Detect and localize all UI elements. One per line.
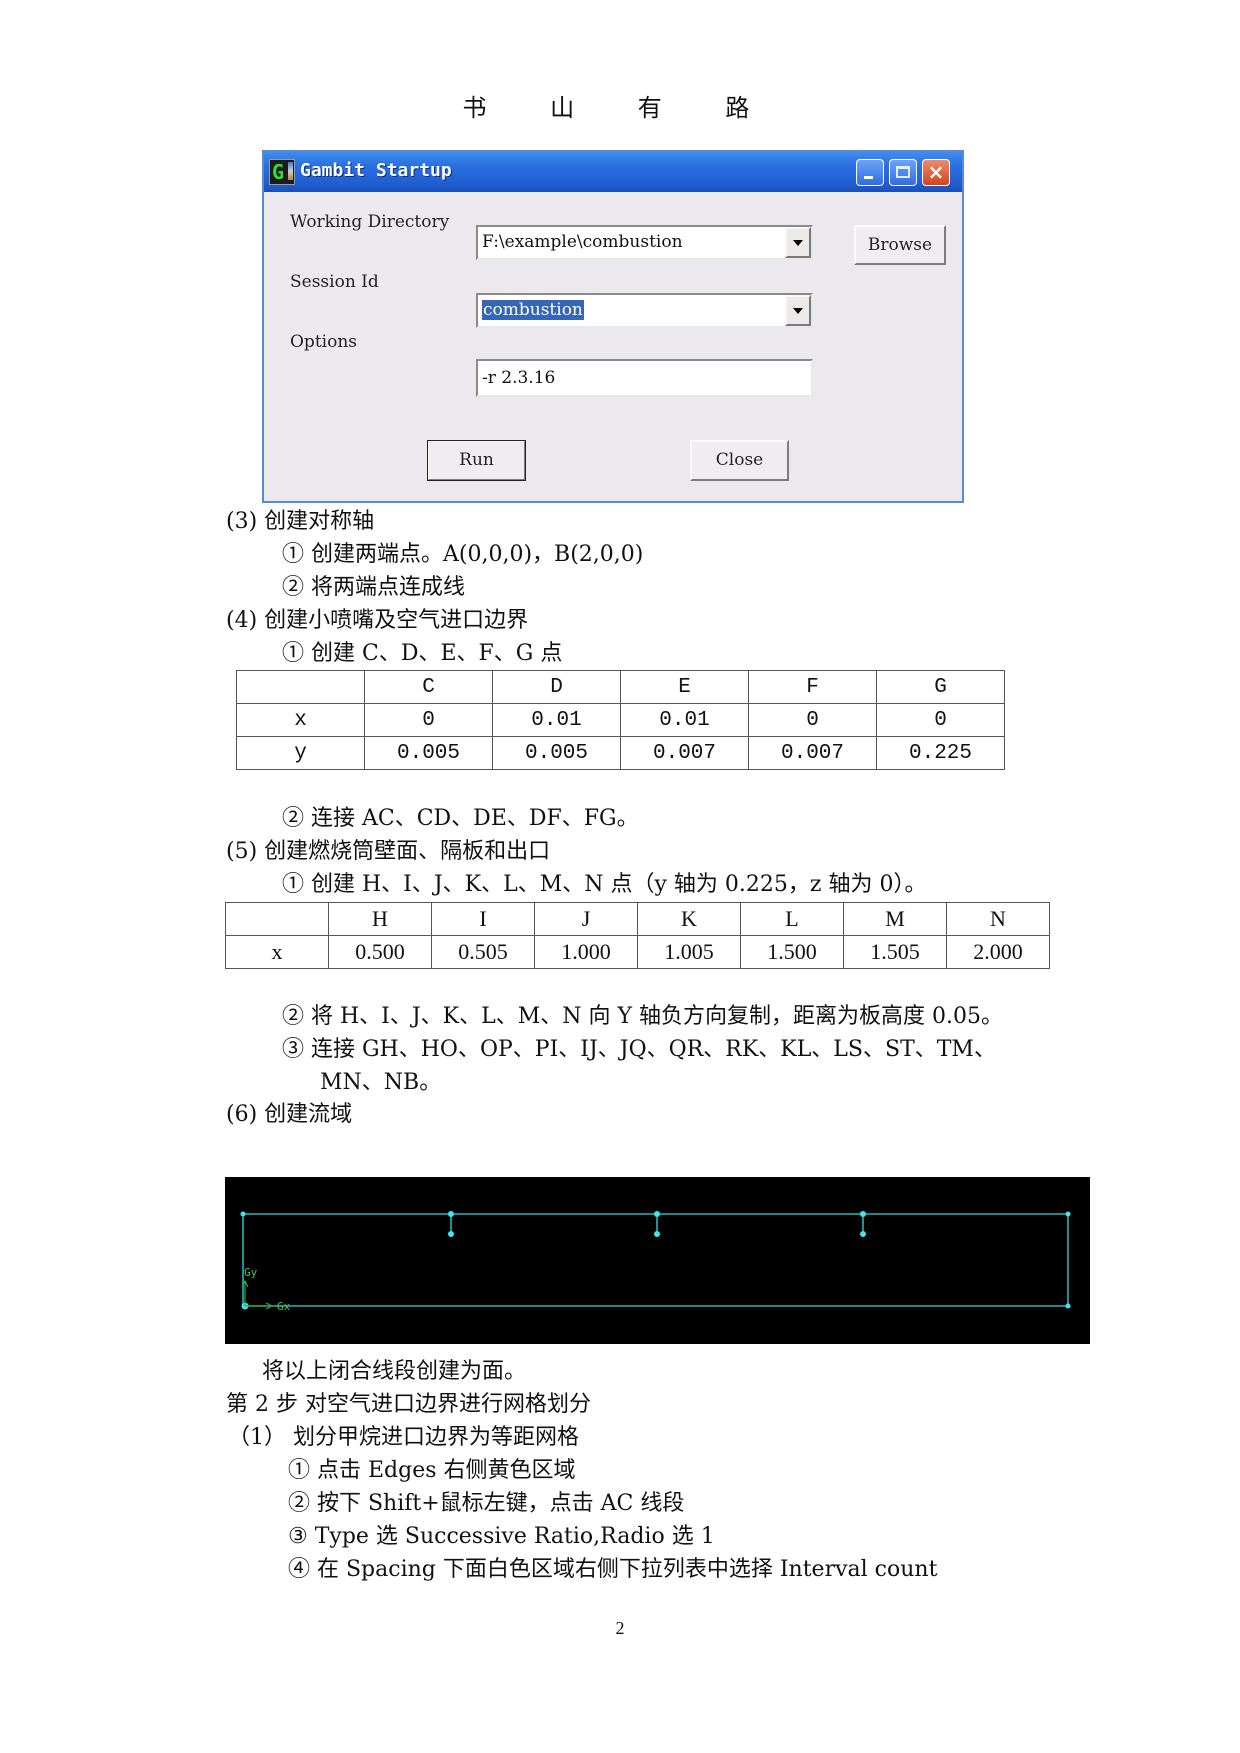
geometry-viewport: Gy Gx <box>225 1177 1090 1344</box>
table-cell <box>236 670 365 704</box>
table-cell: C <box>364 670 493 704</box>
table-row: x 0.500 0.505 1.000 1.005 1.500 1.505 2.… <box>225 935 1050 969</box>
table-cell: I <box>431 902 535 936</box>
table-cell: x <box>225 935 329 969</box>
options-input[interactable]: -r 2.3.16 <box>476 359 813 397</box>
section-5-item-2: ② 将 H、I、J、K、L、M、N 向 Y 轴负方向复制，距离为板高度 0.05… <box>282 1004 1003 1029</box>
table-cell: E <box>620 670 749 704</box>
working-directory-label: Working Directory <box>290 212 450 232</box>
point-marker <box>654 1211 660 1217</box>
options-value: -r 2.3.16 <box>482 368 556 388</box>
points-hijklmn-table: H I J K L M N x 0.500 0.505 1.000 1.005 … <box>225 902 1050 969</box>
table-cell: 0 <box>748 703 877 737</box>
point-marker <box>1065 1211 1071 1217</box>
close-window-button[interactable]: × <box>922 159 950 186</box>
table-cell: G <box>876 670 1005 704</box>
table-cell: 0.01 <box>492 703 621 737</box>
table-cell: 0.01 <box>620 703 749 737</box>
minimize-button[interactable] <box>856 159 884 186</box>
table-cell: 1.500 <box>740 935 844 969</box>
section-5-item-3-cont: MN、NB。 <box>320 1070 442 1095</box>
section-5-item-1: ① 创建 H、I、J、K、L、M、N 点（y 轴为 0.225，z 轴为 0）。 <box>282 872 927 897</box>
browse-button[interactable]: Browse <box>854 225 946 265</box>
options-label: Options <box>290 332 357 352</box>
step-2-sub-1: （1） 划分甲烷进口边界为等距网格 <box>228 1425 579 1450</box>
gambit-startup-dialog: G Gambit Startup × Working Directory F:\… <box>262 150 964 503</box>
point-marker <box>1065 1303 1071 1309</box>
points-cdefg-table: C D E F G x 0 0.01 0.01 0 0 y 0.005 0.00… <box>236 670 1005 770</box>
section-3-title: (3) 创建对称轴 <box>226 509 375 534</box>
point-marker <box>860 1211 866 1217</box>
table-cell: F <box>748 670 877 704</box>
table-header-row: C D E F G <box>236 670 1005 704</box>
table-cell: N <box>946 902 1050 936</box>
table-cell: K <box>637 902 741 936</box>
table-cell: 0.007 <box>748 736 877 770</box>
page-header: 书 山 有 路 <box>462 94 778 122</box>
table-cell: 0.005 <box>364 736 493 770</box>
section-4-title: (4) 创建小喷嘴及空气进口边界 <box>226 608 529 633</box>
table-cell: 0.500 <box>328 935 432 969</box>
step-2-item-2: ② 按下 Shift+鼠标左键，点击 AC 线段 <box>288 1491 685 1516</box>
table-cell: 0 <box>876 703 1005 737</box>
table-cell: 0.505 <box>431 935 535 969</box>
table-header-row: H I J K L M N <box>225 902 1050 936</box>
table-cell <box>225 902 329 936</box>
section-5-title: (5) 创建燃烧筒壁面、隔板和出口 <box>226 839 551 864</box>
table-cell: 1.000 <box>534 935 638 969</box>
table-cell: 0.005 <box>492 736 621 770</box>
section-4-item-1: ① 创建 C、D、E、F、G 点 <box>282 641 563 666</box>
working-directory-value: F:\example\combustion <box>482 232 683 252</box>
run-button[interactable]: Run <box>427 440 526 481</box>
close-button[interactable]: Close <box>690 440 789 481</box>
table-cell: 1.005 <box>637 935 741 969</box>
table-cell: H <box>328 902 432 936</box>
section-4-item-2: ② 连接 AC、CD、DE、DF、FG。 <box>282 806 639 831</box>
maximize-button[interactable] <box>889 159 917 186</box>
session-id-value: combustion <box>482 300 584 320</box>
table-cell: 0.225 <box>876 736 1005 770</box>
axis-x-label: Gx <box>277 1300 291 1313</box>
point-marker <box>448 1211 454 1217</box>
geometry-drawing: Gy Gx <box>240 1211 1071 1313</box>
table-cell: 0 <box>364 703 493 737</box>
point-marker <box>860 1231 866 1237</box>
dialog-titlebar[interactable]: G Gambit Startup × <box>264 152 962 192</box>
working-directory-combo[interactable]: F:\example\combustion <box>476 225 813 260</box>
dialog-title: Gambit Startup <box>300 160 452 181</box>
table-row: y 0.005 0.005 0.007 0.007 0.225 <box>236 736 1005 770</box>
point-marker <box>240 1211 246 1217</box>
chevron-down-icon[interactable] <box>785 227 811 258</box>
table-cell: 2.000 <box>946 935 1050 969</box>
section-3-item-2: ② 将两端点连成线 <box>282 575 465 600</box>
session-id-label: Session Id <box>290 272 379 292</box>
table-row: x 0 0.01 0.01 0 0 <box>236 703 1005 737</box>
step-2-item-3: ③ Type 选 Successive Ratio,Radio 选 1 <box>288 1524 715 1549</box>
step-2-item-4: ④ 在 Spacing 下面白色区域右侧下拉列表中选择 Interval cou… <box>288 1557 938 1582</box>
close-icon: × <box>927 160 945 184</box>
page-number: 2 <box>615 1618 625 1638</box>
step-2-item-1: ① 点击 Edges 右侧黄色区域 <box>288 1458 576 1483</box>
table-cell: M <box>843 902 947 936</box>
point-marker <box>448 1231 454 1237</box>
session-id-combo[interactable]: combustion <box>476 293 813 328</box>
step-2-title: 第 2 步 对空气进口边界进行网格划分 <box>226 1392 591 1417</box>
point-marker <box>654 1231 660 1237</box>
table-cell: 0.007 <box>620 736 749 770</box>
section-6-title: (6) 创建流域 <box>226 1102 353 1127</box>
table-cell: 1.505 <box>843 935 947 969</box>
table-cell: x <box>236 703 365 737</box>
table-cell: y <box>236 736 365 770</box>
table-cell: D <box>492 670 621 704</box>
table-cell: J <box>534 902 638 936</box>
table-cell: L <box>740 902 844 936</box>
chevron-down-icon[interactable] <box>785 295 811 326</box>
section-5-item-3: ③ 连接 GH、HO、OP、PI、IJ、JQ、QR、RK、KL、LS、ST、TM… <box>282 1037 996 1062</box>
create-face-text: 将以上闭合线段创建为面。 <box>262 1359 527 1384</box>
gambit-app-icon: G <box>269 159 295 185</box>
axis-y-label: Gy <box>244 1266 258 1279</box>
section-3-item-1: ① 创建两端点。A(0,0,0)，B(2,0,0) <box>282 542 644 567</box>
